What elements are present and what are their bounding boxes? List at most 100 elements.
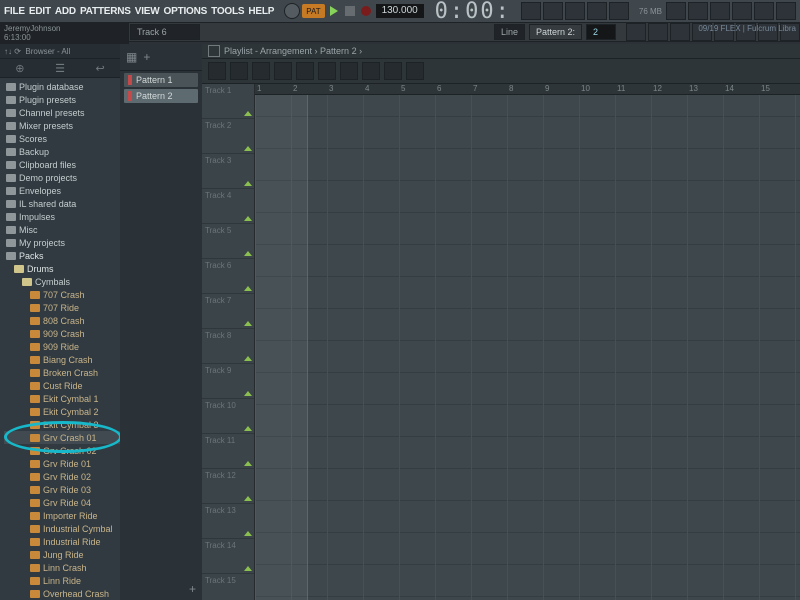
pl-tool-pencil-icon[interactable] xyxy=(230,62,248,80)
browser-tab-back-icon[interactable]: ↩ xyxy=(96,62,105,75)
browser-item[interactable]: Scores xyxy=(4,132,120,145)
pattern-number[interactable]: 2 xyxy=(586,24,616,40)
pl-tool-mute-icon[interactable] xyxy=(296,62,314,80)
undo-button[interactable] xyxy=(666,2,686,20)
pl-tool-select-icon[interactable] xyxy=(362,62,380,80)
track-header[interactable]: Track 14 xyxy=(202,539,254,574)
browser-sample[interactable]: Grv Ride 04 xyxy=(4,496,120,509)
menu-edit[interactable]: EDIT xyxy=(29,6,51,17)
menu-patterns[interactable]: PATTERNS xyxy=(80,6,131,17)
browser-sample[interactable]: Importer Ride xyxy=(4,509,120,522)
tool-b[interactable] xyxy=(648,23,668,41)
track-mute-icon[interactable] xyxy=(244,426,252,431)
track-header[interactable]: Track 9 xyxy=(202,364,254,399)
browser-sample[interactable]: 707 Ride xyxy=(4,301,120,314)
time-display[interactable]: 0:00: xyxy=(435,0,511,24)
track-header[interactable]: Track 2 xyxy=(202,119,254,154)
browser-item[interactable]: My projects xyxy=(4,236,120,249)
track-mute-icon[interactable] xyxy=(244,111,252,116)
menu-options[interactable]: OPTIONS xyxy=(164,6,208,17)
track-header[interactable]: Track 6 xyxy=(202,259,254,294)
track-mute-icon[interactable] xyxy=(244,496,252,501)
browser-sample[interactable]: 909 Crash xyxy=(4,327,120,340)
pattern-clip[interactable] xyxy=(255,95,308,600)
menu-file[interactable]: FILE xyxy=(4,6,25,17)
menu-add[interactable]: ADD xyxy=(55,6,76,17)
browser-sample[interactable]: Grv Crash 02 xyxy=(4,444,120,457)
browser-item[interactable]: Misc xyxy=(4,223,120,236)
view-mixer-button[interactable] xyxy=(587,2,607,20)
browser-item[interactable]: Impulses xyxy=(4,210,120,223)
pl-tool-play-icon[interactable] xyxy=(406,62,424,80)
track-mute-icon[interactable] xyxy=(244,216,252,221)
browser-item[interactable]: Plugin database xyxy=(4,80,120,93)
menu-help[interactable]: HELP xyxy=(248,6,274,17)
browser-sample[interactable]: Broken Crash xyxy=(4,366,120,379)
tempo-display[interactable]: 130.000 xyxy=(375,3,425,19)
track-header[interactable]: Track 15 xyxy=(202,574,254,600)
track-header[interactable]: Track 1 xyxy=(202,84,254,119)
browser-item-cymbals[interactable]: Cymbals xyxy=(4,275,120,288)
browser-sample[interactable]: Linn Crash xyxy=(4,561,120,574)
render-button[interactable] xyxy=(710,2,730,20)
track-header[interactable]: Track 12 xyxy=(202,469,254,504)
view-pianoroll-button[interactable] xyxy=(543,2,563,20)
browser-sample[interactable]: Industrial Ride xyxy=(4,535,120,548)
track-header[interactable]: Track 4 xyxy=(202,189,254,224)
info-button[interactable] xyxy=(754,2,774,20)
browser-item-packs[interactable]: Packs xyxy=(4,249,120,262)
track-mute-icon[interactable] xyxy=(244,566,252,571)
view-channelrack-button[interactable] xyxy=(565,2,585,20)
playlist-titlebar[interactable]: Playlist - Arrangement › Pattern 2 › xyxy=(202,44,800,59)
track-mute-icon[interactable] xyxy=(244,461,252,466)
browser-item[interactable]: Channel presets xyxy=(4,106,120,119)
view-browser-button[interactable] xyxy=(609,2,629,20)
track-mute-icon[interactable] xyxy=(244,146,252,151)
browser-item[interactable]: Mixer presets xyxy=(4,119,120,132)
browser-header[interactable]: ↑↓ ⟳ Browser - All xyxy=(0,44,120,59)
stop-button[interactable] xyxy=(345,6,355,16)
browser-tab-refresh-icon[interactable]: ☰ xyxy=(55,62,65,75)
browser-sample[interactable]: Jung Ride xyxy=(4,548,120,561)
pattern-add-button[interactable]: + xyxy=(189,582,196,596)
track-header[interactable]: Track 3 xyxy=(202,154,254,189)
browser-sample[interactable]: Linn Ride xyxy=(4,574,120,587)
pattern-item[interactable]: Pattern 2 xyxy=(124,89,198,103)
playlist-grid[interactable]: 123456789101112131415 xyxy=(255,84,800,600)
browser-item[interactable]: Demo projects xyxy=(4,171,120,184)
browser-tab-collapse-icon[interactable]: ⊕ xyxy=(15,62,24,75)
track-header[interactable]: Track 10 xyxy=(202,399,254,434)
track-mute-icon[interactable] xyxy=(244,531,252,536)
timeline-ruler[interactable]: 123456789101112131415 xyxy=(255,84,800,95)
track-header[interactable]: Track 11 xyxy=(202,434,254,469)
track-header[interactable]: Track 5 xyxy=(202,224,254,259)
settings-button[interactable] xyxy=(732,2,752,20)
track-mute-icon[interactable] xyxy=(244,181,252,186)
browser-sample[interactable]: Cust Ride xyxy=(4,379,120,392)
menu-view[interactable]: VIEW xyxy=(135,6,160,17)
play-button[interactable] xyxy=(330,6,338,16)
browser-sample[interactable]: 707 Crash xyxy=(4,288,120,301)
browser-item-drums[interactable]: Drums xyxy=(4,262,120,275)
browser-sample[interactable]: 808 Crash xyxy=(4,314,120,327)
tool-c[interactable] xyxy=(670,23,690,41)
browser-item[interactable]: Backup xyxy=(4,145,120,158)
tool-a[interactable] xyxy=(626,23,646,41)
save-button[interactable] xyxy=(688,2,708,20)
pl-tool-slice-icon[interactable] xyxy=(340,62,358,80)
pl-tool-magnet-icon[interactable] xyxy=(208,62,226,80)
browser-sample[interactable]: Biang Crash xyxy=(4,353,120,366)
browser-sample[interactable]: 909 Ride xyxy=(4,340,120,353)
browser-item[interactable]: Plugin presets xyxy=(4,93,120,106)
track-mute-icon[interactable] xyxy=(244,251,252,256)
track-mute-icon[interactable] xyxy=(244,356,252,361)
track-mute-icon[interactable] xyxy=(244,286,252,291)
browser-sample[interactable]: Ekit Cymbal 1 xyxy=(4,392,120,405)
main-volume-knob[interactable] xyxy=(284,3,300,19)
picker-grid-icon[interactable]: ▦ xyxy=(126,50,137,64)
picker-add-icon[interactable]: + xyxy=(143,50,150,64)
browser-sample[interactable]: Grv Ride 01 xyxy=(4,457,120,470)
pattern-item[interactable]: Pattern 1 xyxy=(124,73,198,87)
browser-sample[interactable]: Grv Ride 02 xyxy=(4,470,120,483)
close-button[interactable] xyxy=(776,2,796,20)
